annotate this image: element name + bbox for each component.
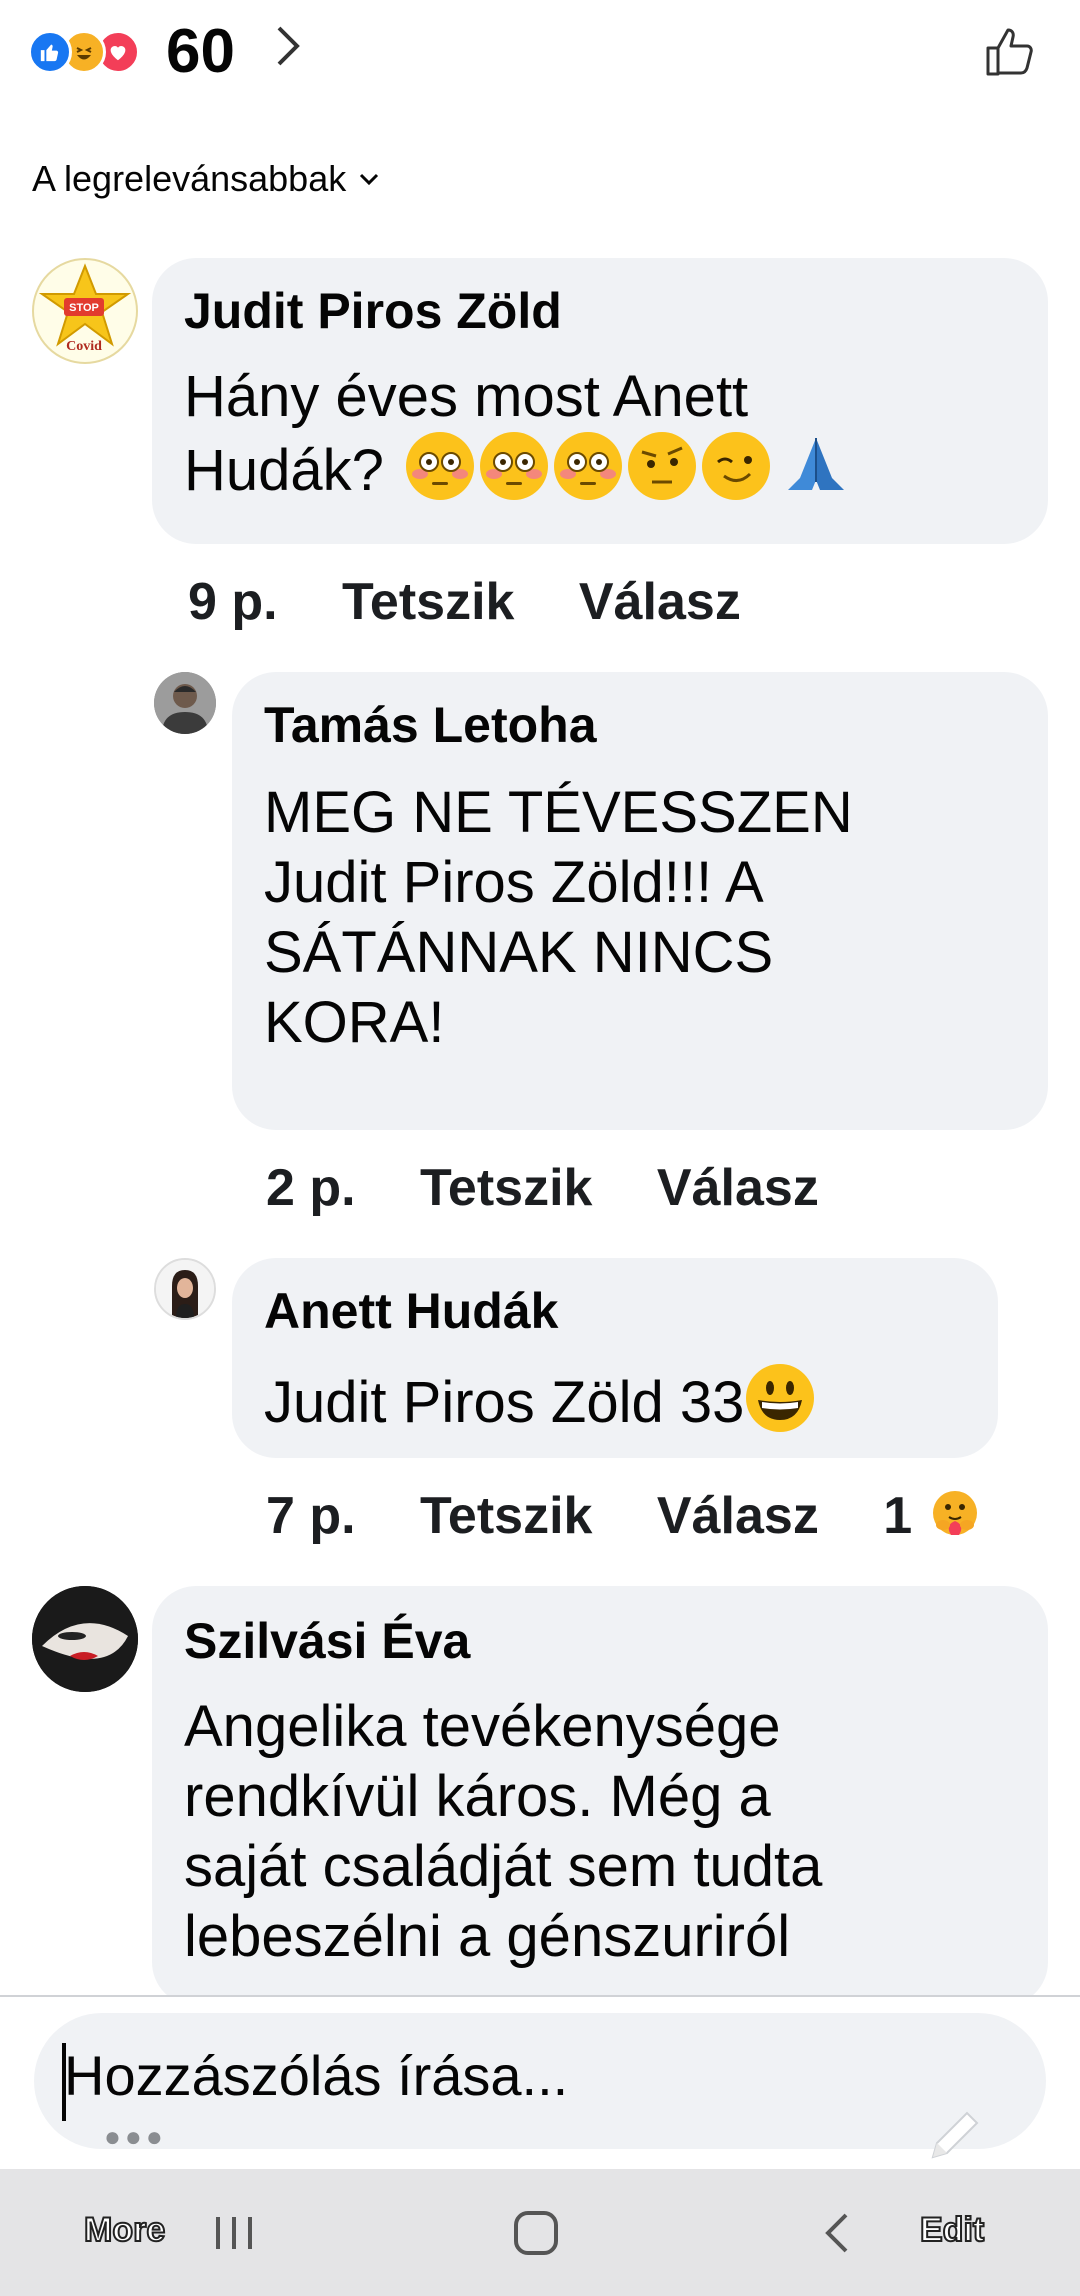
reply-link[interactable]: Válasz	[579, 573, 741, 631]
recents-icon[interactable]	[212, 2213, 256, 2253]
comment-input-placeholder: Hozzászólás írása...	[64, 2044, 569, 2107]
reactions-bar[interactable]: 60	[0, 0, 1080, 110]
edit-button[interactable]: Edit	[919, 2210, 985, 2250]
comment-author[interactable]: Tamás Letoha	[264, 696, 597, 754]
reply-link[interactable]: Válasz	[657, 1159, 819, 1217]
comment-reaction-count[interactable]: 1	[883, 1487, 912, 1545]
care-icon	[931, 1489, 979, 1550]
chevron-down-icon	[360, 173, 379, 186]
like-link[interactable]: Tetszik	[342, 573, 514, 631]
svg-text:Covid: Covid	[66, 339, 102, 354]
reaction-count: 60	[166, 17, 235, 86]
avatar[interactable]	[154, 672, 216, 734]
chevron-right-icon	[277, 26, 300, 66]
comment-time: 7 p.	[266, 1487, 356, 1545]
comment-time: 2 p.	[266, 1159, 356, 1217]
comment-meta: 2 p. Tetszik Válasz	[266, 1158, 819, 1218]
avatar[interactable]	[32, 1586, 138, 1692]
avatar[interactable]	[154, 1258, 216, 1320]
home-icon[interactable]	[514, 2211, 558, 2255]
back-icon[interactable]	[822, 2211, 852, 2255]
comment-text: Hány éves most Anett Hudák?	[184, 362, 856, 506]
more-button[interactable]: More	[83, 2210, 166, 2250]
like-link[interactable]: Tetszik	[420, 1487, 592, 1545]
comment-author[interactable]: Judit Piros Zöld	[184, 282, 562, 340]
comment-composer: Hozzászólás írása... ●●●	[0, 1997, 1080, 2169]
svg-text:STOP: STOP	[69, 302, 99, 314]
comment-meta: 9 p. Tetszik Válasz	[188, 572, 741, 632]
comment-time: 9 p.	[188, 573, 278, 631]
comment-input[interactable]: Hozzászólás írása... ●●●	[34, 2013, 1046, 2152]
system-nav-bar: More Edit	[0, 2169, 1080, 2296]
comment-author[interactable]: Anett Hudák	[264, 1282, 558, 1340]
grinning-emoji	[746, 1364, 815, 1432]
winking-emoji	[702, 432, 771, 500]
more-dots-icon[interactable]: ●●●	[104, 2121, 167, 2153]
like-icon	[28, 30, 72, 74]
like-link[interactable]: Tetszik	[420, 1159, 592, 1217]
sort-dropdown[interactable]: A legrelevánsabbak	[32, 158, 380, 200]
comment-author[interactable]: Szilvási Éva	[184, 1612, 470, 1670]
pen-icon[interactable]	[925, 2105, 985, 2165]
flushed-emoji	[406, 432, 475, 500]
like-button-icon[interactable]	[980, 22, 1040, 82]
comment-text: MEG NE TÉVESSZEN Judit Piros Zöld!!! A S…	[264, 780, 853, 1055]
reaction-icons	[28, 24, 140, 80]
flushed-emoji	[554, 432, 623, 500]
comment-meta: 7 p. Tetszik Válasz 1	[266, 1486, 979, 1550]
comment-text: Judit Piros Zöld 33	[264, 1364, 815, 1438]
flushed-emoji	[480, 432, 549, 500]
avatar[interactable]: STOP Covid	[32, 258, 138, 364]
raised-eyebrow-emoji	[628, 432, 697, 500]
sort-label: A legrelevánsabbak	[32, 158, 347, 199]
folded-hands-emoji	[776, 432, 856, 500]
comment-text: Angelika tevékenysége rendkívül káros. M…	[184, 1694, 823, 1969]
reply-link[interactable]: Válasz	[657, 1487, 819, 1545]
